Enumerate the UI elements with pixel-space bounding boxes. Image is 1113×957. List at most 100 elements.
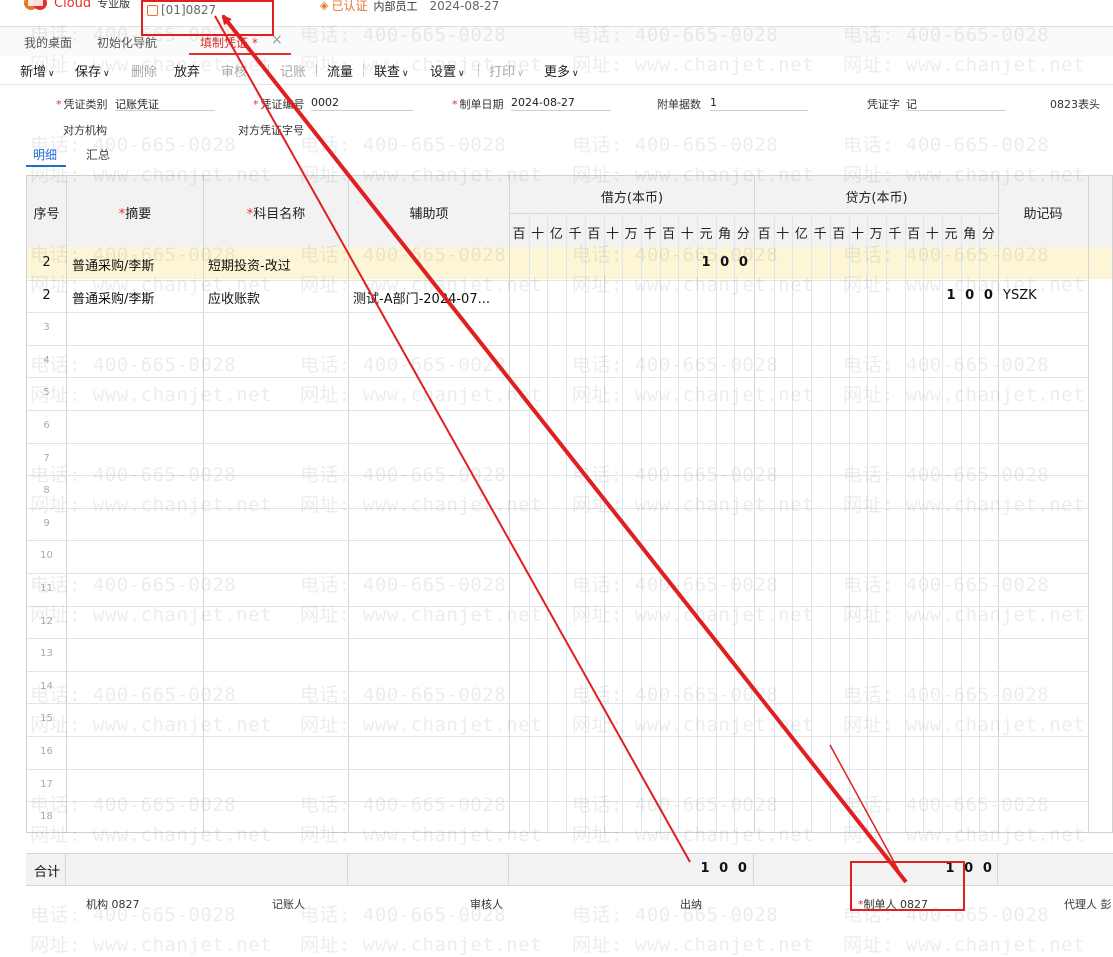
tab-summary[interactable]: 汇总 xyxy=(86,146,110,163)
empty-row-number: 6 xyxy=(43,420,50,431)
chevron-down-icon: ∨ xyxy=(402,69,409,79)
credit-digit-label: 十 xyxy=(850,227,864,242)
empty-row-number: 3 xyxy=(43,322,50,334)
debit-digit-label: 十 xyxy=(680,227,694,242)
link-query-button[interactable]: 联查 ∨ xyxy=(374,61,409,80)
settings-button[interactable]: 设置 ∨ xyxy=(430,61,465,80)
digit-divider xyxy=(829,213,831,832)
empty-row-number: 16 xyxy=(40,746,53,757)
row-divider xyxy=(27,573,1088,574)
row-divider xyxy=(27,475,1088,477)
summary-cell[interactable]: 普通采购/李斯 xyxy=(72,255,200,274)
voucher-word-field[interactable]: 记 xyxy=(906,96,1006,111)
column-divider xyxy=(348,176,349,832)
digit-divider xyxy=(697,213,698,832)
tab-init-nav[interactable]: 初始化导航 xyxy=(97,34,157,51)
post-button[interactable]: 记账 xyxy=(280,61,306,80)
audit-button[interactable]: 审核 xyxy=(221,61,247,80)
voucher-grid: 序号 *摘要 *科目名称 辅助项 借方(本币) 贷方(本币) 助记码 百十亿千百… xyxy=(26,175,1113,833)
credit-digit-label: 十 xyxy=(776,227,790,242)
column-divider xyxy=(66,176,67,832)
more-label: 更多 xyxy=(544,65,571,80)
abandon-button[interactable]: 放弃 xyxy=(174,61,200,80)
new-button[interactable]: 新增 ∨ xyxy=(20,61,55,80)
column-divider xyxy=(509,176,510,832)
footer-cashier: 出纳 xyxy=(680,898,702,911)
debit-digit-label: 万 xyxy=(624,227,638,242)
row-divider xyxy=(27,801,1088,803)
voucher-no-label: * 凭证编号 xyxy=(253,98,305,111)
col-seq: 序号 xyxy=(33,207,60,222)
debit-digit-label: 十 xyxy=(605,227,619,242)
account-cell[interactable]: 应收账款 xyxy=(208,288,344,307)
digit-divider xyxy=(904,213,906,832)
tab-desktop[interactable]: 我的桌面 xyxy=(24,34,72,51)
totals-divider xyxy=(65,854,66,885)
account-cell[interactable]: 短期投资-改过 xyxy=(208,255,344,274)
row-divider xyxy=(27,670,1088,672)
digit-divider xyxy=(528,213,530,832)
empty-row-number: 7 xyxy=(43,452,50,464)
row-divider xyxy=(27,703,1088,705)
template-selector[interactable]: 0823表头 xyxy=(1050,96,1100,112)
watermark-phone: 电话: 400-665-0028 xyxy=(572,904,779,926)
debit-digit-label: 十 xyxy=(531,227,545,242)
chevron-down-icon: ∨ xyxy=(572,69,579,79)
aux-cell[interactable]: 测试-A部门-2024-07... xyxy=(353,288,505,307)
row-divider xyxy=(27,344,1088,346)
debit-amount-digit: 0 xyxy=(720,255,730,270)
column-divider xyxy=(998,176,999,832)
counterparty-org-label[interactable]: 对方机构 xyxy=(63,122,107,138)
debit-digit-label: 角 xyxy=(718,227,732,242)
counterparty-voucher-label[interactable]: 对方凭证字号 xyxy=(238,122,304,138)
credit-amount-digit: 0 xyxy=(965,287,975,303)
flow-button[interactable]: 流量 xyxy=(327,61,353,80)
debit-digit-label: 百 xyxy=(662,227,676,242)
voucher-no-field[interactable]: 0002 xyxy=(311,96,413,111)
totals-divider xyxy=(753,854,754,885)
brand-name: Cloud xyxy=(54,0,92,11)
col-summary: *摘要 xyxy=(118,207,152,222)
row-seq: 2 xyxy=(42,255,51,270)
link-query-label: 联查 xyxy=(374,65,401,80)
date-field[interactable]: 2024-08-27 xyxy=(511,96,611,111)
tab-detail[interactable]: 明细 xyxy=(33,146,57,163)
footer-bookkeeper: 记账人 xyxy=(272,898,305,911)
credit-amount-digit: 0 xyxy=(983,287,993,303)
chevron-down-icon: ∨ xyxy=(103,69,110,79)
more-button[interactable]: 更多 ∨ xyxy=(544,61,579,80)
shield-icon: ◈ xyxy=(320,0,329,12)
voucher-type-field[interactable]: 记账凭证 xyxy=(115,96,215,111)
settings-label: 设置 xyxy=(430,65,457,80)
memo-cell[interactable]: YSZK xyxy=(1003,288,1083,303)
annotation-box-creator xyxy=(850,861,965,911)
credit-digit-label: 角 xyxy=(963,227,977,242)
totals-label: 合计 xyxy=(34,865,61,880)
watermark-phone: 电话: 400-665-0028 xyxy=(843,134,1050,156)
credit-digit-label: 百 xyxy=(832,227,846,242)
row-divider xyxy=(27,279,1088,281)
footer-auditor: 审核人 xyxy=(470,898,503,911)
digit-divider xyxy=(960,213,962,832)
row-divider xyxy=(27,736,1088,737)
total-debit-digit: 0 xyxy=(737,861,747,876)
watermark-phone: 电话: 400-665-0028 xyxy=(30,134,237,156)
delete-button[interactable]: 删除 xyxy=(131,61,157,80)
summary-cell[interactable]: 普通采购/李斯 xyxy=(72,288,200,307)
credit-digit-label: 百 xyxy=(757,227,771,242)
credit-digit-label: 百 xyxy=(907,227,921,242)
digit-divider xyxy=(603,213,605,832)
row-divider xyxy=(27,768,1088,770)
save-button[interactable]: 保存 ∨ xyxy=(75,61,110,80)
toolbar-divider xyxy=(363,64,364,77)
tab-fill-voucher[interactable]: 填制凭证 * xyxy=(200,34,258,51)
debit-digit-label: 元 xyxy=(699,227,713,242)
print-button[interactable]: 打印 ∨ xyxy=(489,61,524,80)
digit-divider xyxy=(811,213,813,832)
digit-divider xyxy=(848,213,850,832)
grid-header: 序号 *摘要 *科目名称 辅助项 借方(本币) 贷方(本币) 助记码 百十亿千百… xyxy=(27,176,1112,248)
credit-digit-label: 万 xyxy=(869,227,883,242)
attachments-field[interactable]: 1 xyxy=(710,96,808,111)
toolbar-divider xyxy=(316,64,317,77)
row-divider xyxy=(27,507,1088,509)
